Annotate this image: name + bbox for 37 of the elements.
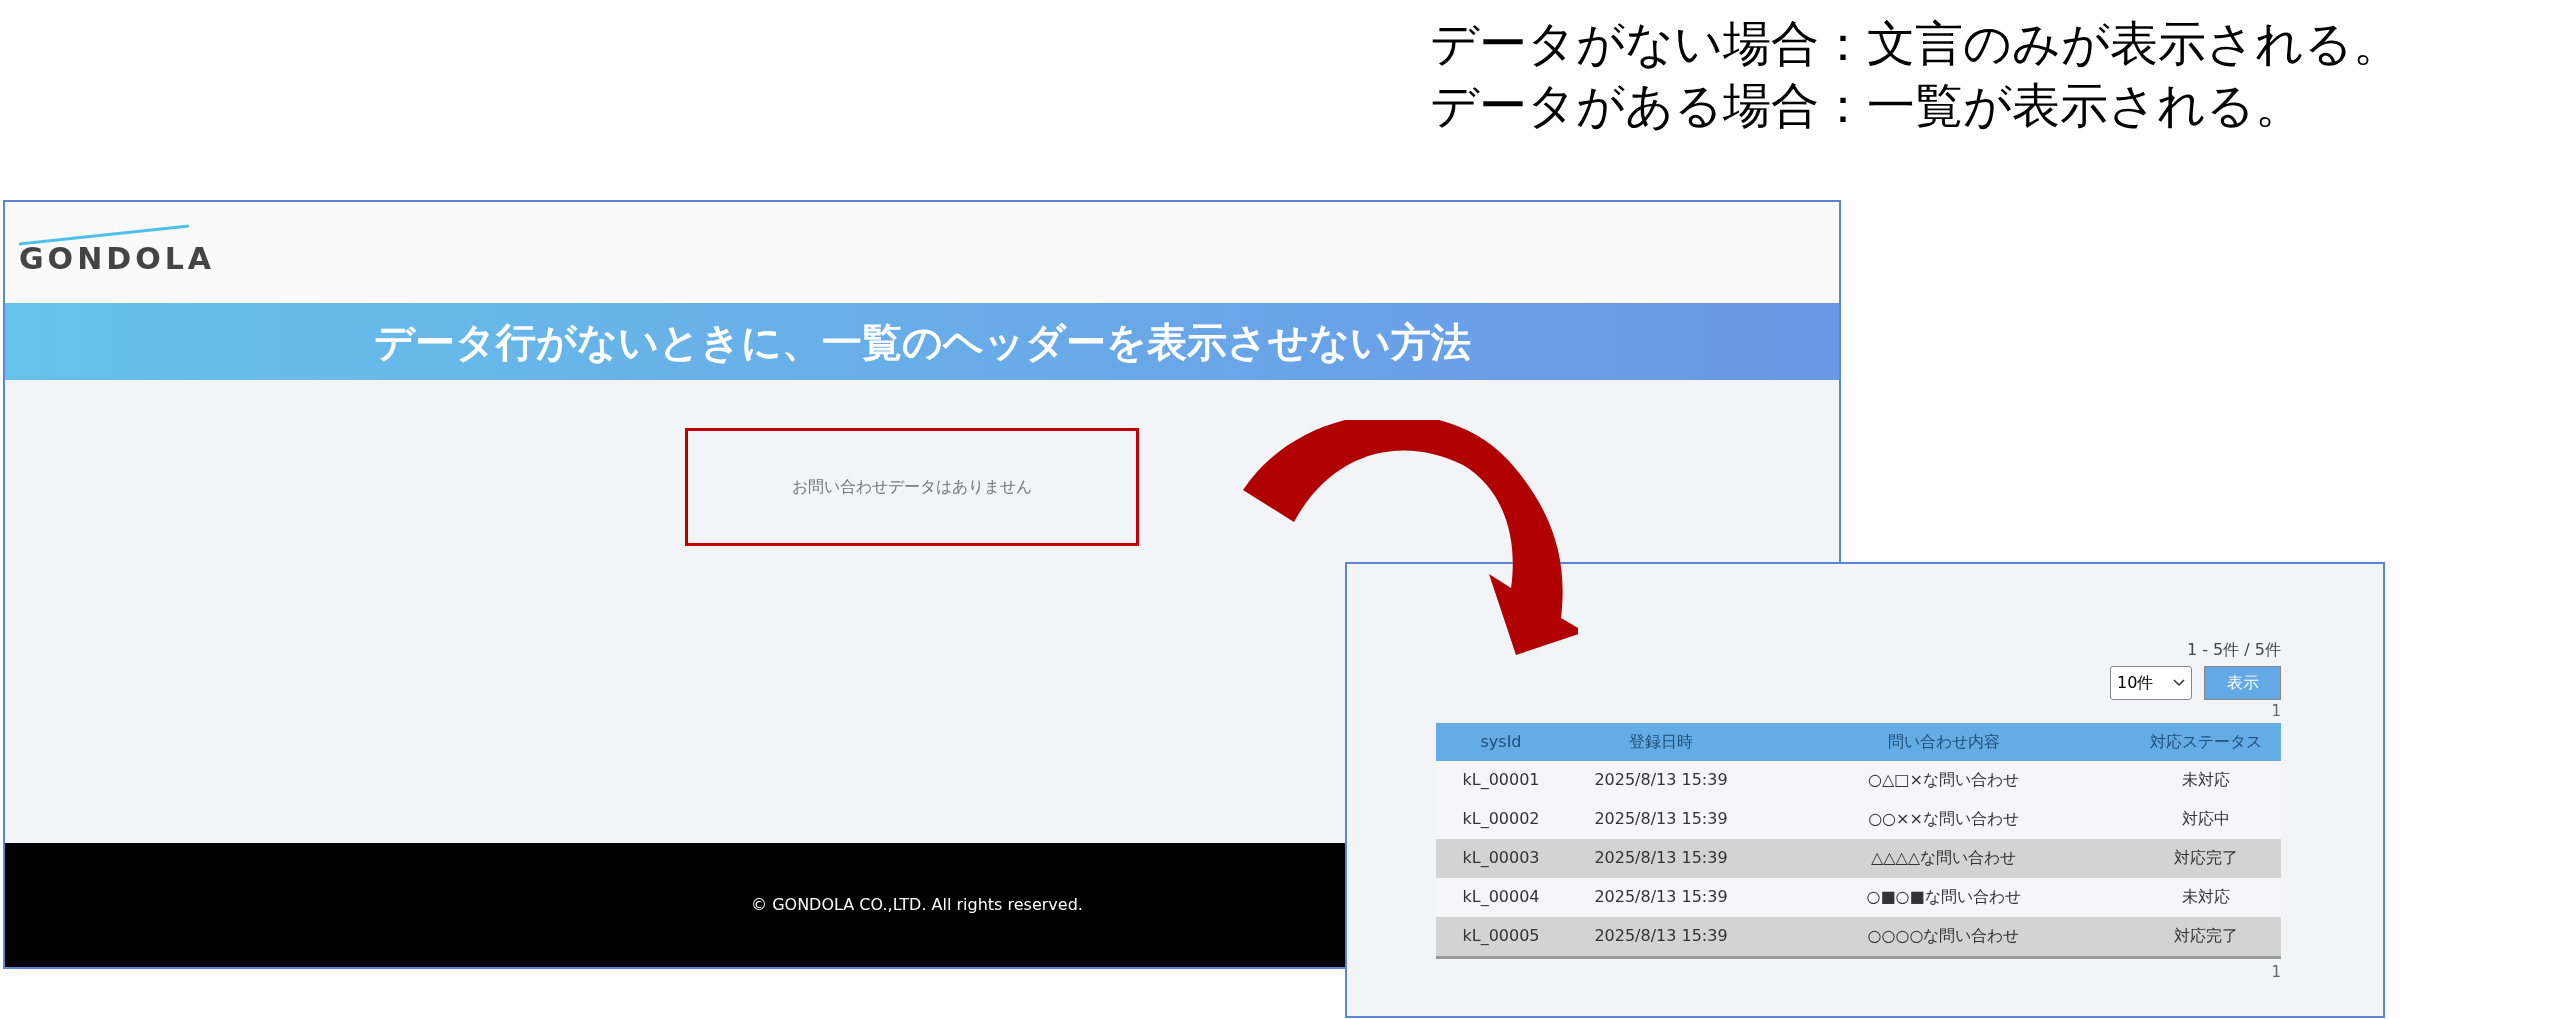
chevron-down-icon xyxy=(2173,679,2185,687)
annotation-text: データがない場合：文言のみが表示される。 xyxy=(1430,14,2401,73)
annotation-text: データがある場合：一覧が表示される。 xyxy=(1430,76,2304,135)
table-cell-text: ○○××な問い合わせ xyxy=(1867,808,2020,830)
table-cell-text: 2025/8/13 15:39 xyxy=(1593,925,1729,947)
column-header: 登録日時 xyxy=(1628,730,1694,753)
logo-cable-icon xyxy=(19,224,189,246)
column-header: 対応ステータス xyxy=(2149,730,2263,753)
result-count: 1 - 5件 / 5件 xyxy=(2186,639,2281,661)
table-cell-text: ○△□×な問い合わせ xyxy=(1867,769,2020,791)
table-cell-text: ○■○■な問い合わせ xyxy=(1865,886,2022,908)
curved-arrow-icon xyxy=(1243,420,1578,658)
table-cell-text: kL_00003 xyxy=(1461,847,1541,869)
table-cell-text: 2025/8/13 15:39 xyxy=(1593,847,1729,869)
page-number[interactable]: 1 xyxy=(2271,700,2281,723)
table-cell-text: 対応完了 xyxy=(2173,925,2239,947)
table-cell-text: kL_00004 xyxy=(1461,886,1541,908)
table-cell-text: kL_00005 xyxy=(1461,925,1541,947)
table-cell-text: 未対応 xyxy=(2181,886,2231,908)
page-size-select[interactable]: 10件 xyxy=(2110,666,2192,700)
page-number[interactable]: 1 xyxy=(2271,960,2281,983)
table-cell-text: ○○○○な問い合わせ xyxy=(1866,925,2021,947)
table-cell-text: kL_00001 xyxy=(1461,769,1541,791)
logo: GONDOLA xyxy=(19,224,215,281)
table-cell-text: 2025/8/13 15:39 xyxy=(1593,769,1729,791)
table-cell-text: △△△△な問い合わせ xyxy=(1869,847,2018,869)
table-cell-text: 未対応 xyxy=(2181,769,2231,791)
column-header: 問い合わせ内容 xyxy=(1886,730,2001,753)
empty-message: お問い合わせデータはありません xyxy=(792,476,1032,498)
table-cell-text: 対応中 xyxy=(2181,808,2231,830)
table-cell-text: 2025/8/13 15:39 xyxy=(1593,808,1729,830)
table-cell-text: 2025/8/13 15:39 xyxy=(1593,886,1729,908)
title-banner: データ行がないときに、一覧のヘッダーを表示させない方法 xyxy=(5,303,1839,380)
table-cell-text: 対応完了 xyxy=(2173,847,2239,869)
column-header: sysId xyxy=(1479,730,1523,753)
copyright-text: © GONDOLA CO.,LTD. All rights reserved. xyxy=(751,894,1083,916)
table-cell-text: kL_00002 xyxy=(1461,808,1541,830)
